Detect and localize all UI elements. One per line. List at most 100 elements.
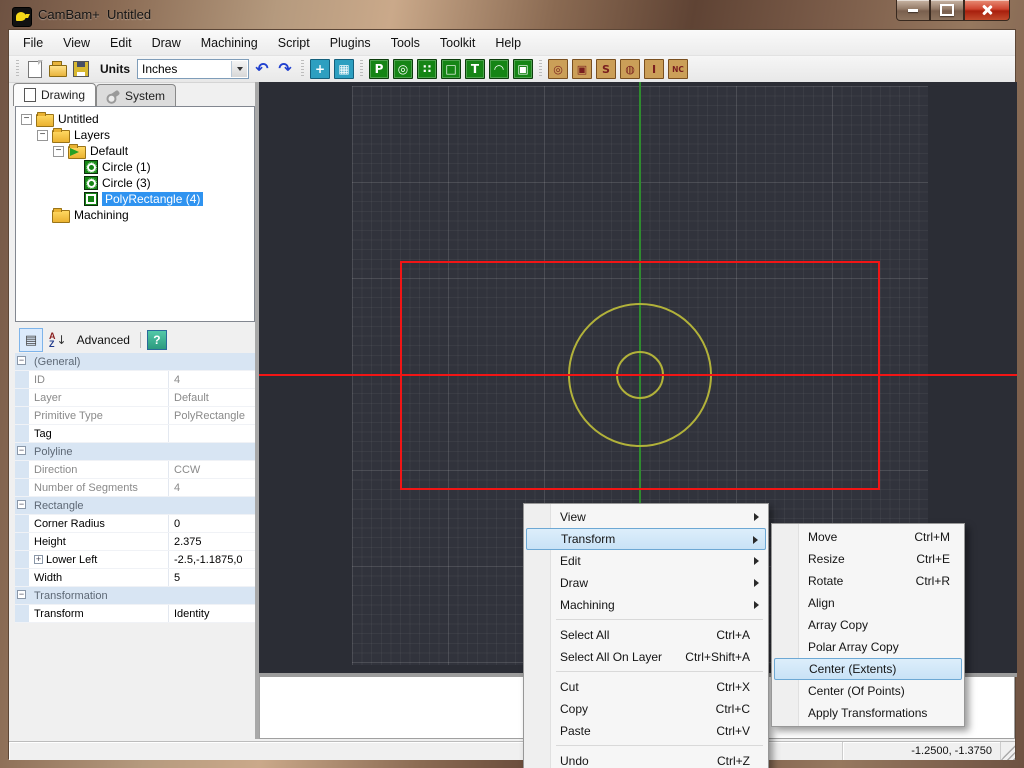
property-value[interactable]: 5 (169, 569, 255, 586)
context-menu-item[interactable]: Select All On Layer Ctrl+Shift+A (526, 646, 766, 668)
context-menu-item[interactable]: Paste Ctrl+V (526, 720, 766, 742)
lathe-icon[interactable]: ◍ (620, 59, 640, 79)
property-value[interactable] (108, 587, 255, 604)
tree-expander-icon[interactable] (21, 114, 32, 125)
submenu-item[interactable]: Polar Array Copy (774, 636, 962, 658)
polyline-icon[interactable]: P (369, 59, 389, 79)
context-menu-item[interactable]: Edit (526, 550, 766, 572)
tree-item[interactable]: Circle (1) (16, 159, 254, 175)
property-row[interactable]: (General) (15, 353, 255, 371)
tree-expander-icon[interactable] (37, 130, 48, 141)
menubar-item[interactable]: Machining (191, 32, 268, 54)
property-value[interactable]: 2.375 (169, 533, 255, 550)
context-menu-item[interactable]: Draw (526, 572, 766, 594)
property-value[interactable]: Identity (169, 605, 255, 622)
close-button[interactable] (964, 0, 1010, 21)
context-menu-item[interactable] (526, 742, 766, 750)
property-row[interactable]: Tag (15, 425, 255, 443)
menubar-item[interactable]: Draw (142, 32, 191, 54)
tree-item[interactable]: PolyRectangle (4) (16, 191, 254, 207)
categorized-view-button[interactable]: ▤ (19, 328, 43, 352)
property-value[interactable]: PolyRectangle (169, 407, 255, 424)
redo-button[interactable]: ↷ (275, 59, 295, 79)
profile-icon[interactable]: S (596, 59, 616, 79)
tree-item[interactable]: Untitled (16, 111, 254, 127)
property-value[interactable] (84, 497, 255, 514)
tab-system[interactable]: System (96, 84, 176, 106)
point-list-icon[interactable]: ∷ (417, 59, 437, 79)
submenu-item[interactable]: Center (Extents) (774, 658, 962, 680)
axes-icon[interactable]: + (310, 59, 330, 79)
context-menu-item[interactable]: Select All Ctrl+A (526, 624, 766, 646)
property-value[interactable] (73, 443, 255, 460)
property-row[interactable]: Height 2.375 (15, 533, 255, 551)
circle-icon[interactable]: ◎ (393, 59, 413, 79)
property-row[interactable]: Corner Radius 0 (15, 515, 255, 533)
menubar-item[interactable]: Tools (381, 32, 430, 54)
context-menu-item[interactable]: View (526, 506, 766, 528)
engrave-icon[interactable]: I (644, 59, 664, 79)
minimize-button[interactable] (896, 0, 930, 21)
pocket-icon[interactable]: ▣ (572, 59, 592, 79)
menubar-item[interactable]: File (13, 32, 53, 54)
menubar-item[interactable]: View (53, 32, 100, 54)
context-menu-item[interactable]: Transform (526, 528, 766, 550)
context-menu-item[interactable]: Cut Ctrl+X (526, 676, 766, 698)
menubar-item[interactable]: Script (268, 32, 320, 54)
property-row[interactable]: Lower Left -2.5,-1.1875,0 (15, 551, 255, 569)
property-row[interactable]: Width 5 (15, 569, 255, 587)
tab-drawing[interactable]: Drawing (13, 83, 96, 106)
property-row[interactable]: Number of Segments 4 (15, 479, 255, 497)
menubar-item[interactable]: Plugins (320, 32, 381, 54)
submenu-item[interactable]: Array Copy (774, 614, 962, 636)
property-row[interactable]: Primitive Type PolyRectangle (15, 407, 255, 425)
property-value[interactable]: 4 (169, 479, 255, 496)
rectangle-icon[interactable]: □ (441, 59, 461, 79)
property-value[interactable] (80, 353, 255, 370)
new-file-button[interactable] (25, 59, 45, 79)
submenu-item[interactable]: Resize Ctrl+E (774, 548, 962, 570)
submenu-item[interactable]: Apply Transformations (774, 702, 962, 724)
units-dropdown[interactable]: Inches (137, 59, 249, 79)
property-value[interactable]: CCW (169, 461, 255, 478)
property-row[interactable]: Polyline (15, 443, 255, 461)
property-value[interactable]: 4 (169, 371, 255, 388)
menubar-item[interactable]: Edit (100, 32, 142, 54)
tree-item[interactable]: Default (16, 143, 254, 159)
tree-expander-icon[interactable] (53, 146, 64, 157)
context-menu-item[interactable] (526, 616, 766, 624)
submenu-item[interactable]: Move Ctrl+M (774, 526, 962, 548)
property-row[interactable]: Layer Default (15, 389, 255, 407)
property-row[interactable]: Transformation (15, 587, 255, 605)
submenu-item[interactable]: Center (Of Points) (774, 680, 962, 702)
submenu-item[interactable]: Align (774, 592, 962, 614)
save-file-button[interactable] (71, 59, 91, 79)
undo-button[interactable]: ↶ (252, 59, 272, 79)
menubar-item[interactable]: Toolkit (430, 32, 485, 54)
help-button[interactable]: ? (147, 330, 167, 350)
menubar-item[interactable]: Help (485, 32, 531, 54)
property-value[interactable]: -2.5,-1.1875,0 (169, 551, 255, 568)
property-row[interactable]: Rectangle (15, 497, 255, 515)
context-menu-item[interactable]: Copy Ctrl+C (526, 698, 766, 720)
tree-item[interactable]: Circle (3) (16, 175, 254, 191)
surface-icon[interactable]: ▣ (513, 59, 533, 79)
property-row[interactable]: ID 4 (15, 371, 255, 389)
property-value[interactable]: Default (169, 389, 255, 406)
property-value[interactable] (169, 425, 255, 442)
gcode-icon[interactable]: NC (668, 59, 688, 79)
maximize-button[interactable] (930, 0, 964, 21)
open-file-button[interactable] (48, 59, 68, 79)
property-row[interactable]: Direction CCW (15, 461, 255, 479)
alphabetical-sort-button[interactable]: AZ ↓ (49, 332, 67, 348)
context-menu-item[interactable]: Undo Ctrl+Z (526, 750, 766, 768)
resize-grip[interactable] (1001, 742, 1015, 760)
tree-item[interactable]: Machining (16, 207, 254, 223)
arc-icon[interactable]: ◠ (489, 59, 509, 79)
property-row[interactable]: Transform Identity (15, 605, 255, 623)
context-menu-item[interactable] (526, 668, 766, 676)
text-icon[interactable]: T (465, 59, 485, 79)
advanced-button[interactable]: Advanced (73, 331, 134, 349)
panel-splitter[interactable] (255, 82, 259, 739)
tree-item[interactable]: Layers (16, 127, 254, 143)
